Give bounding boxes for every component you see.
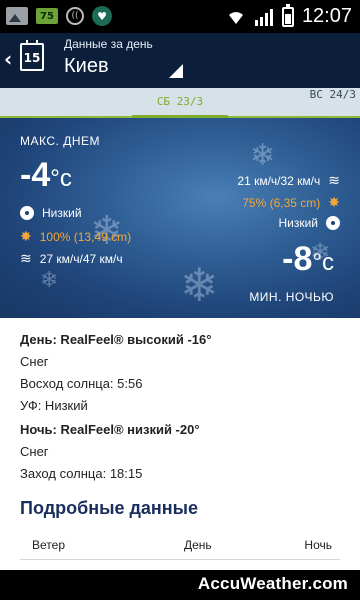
- column-header-night: Ночь: [304, 538, 332, 552]
- night-condition: Снег: [20, 444, 49, 459]
- details-panel: День: RealFeel® высокий -16° Снег Восход…: [0, 318, 360, 570]
- day-tabs: СБ 23/3 ВС 24/3: [0, 88, 360, 120]
- day-condition: Снег: [20, 354, 49, 369]
- calendar-day: 15: [23, 51, 41, 65]
- day-precip-row: ✸ 100% (13,49 cm): [20, 228, 131, 245]
- signal-icon: [254, 8, 273, 26]
- tab-sat[interactable]: СБ 23/3: [132, 88, 228, 120]
- night-realfeel: Ночь: RealFeel® низкий -20°: [20, 422, 200, 437]
- day-wind-row: ≋ 27 км/ч/47 км/ч: [20, 250, 123, 267]
- location-title[interactable]: Киев: [64, 55, 109, 78]
- snowflake-icon: ❄: [250, 138, 276, 173]
- brand-logo[interactable]: AccuWeather.com: [198, 574, 348, 594]
- dropdown-icon[interactable]: [169, 64, 183, 78]
- snowflake-icon: ❄: [180, 258, 219, 312]
- night-wind-text: 21 км/ч/32 км/ч: [237, 173, 321, 188]
- column-header-wind: Ветер: [32, 538, 65, 552]
- sun-icon: ✸: [20, 228, 32, 244]
- header-subtitle: Данные за день: [64, 37, 153, 51]
- night-uv-text: Низкий: [278, 216, 318, 230]
- app-bar: ‹ 15 Данные за день Киев: [0, 33, 360, 88]
- night-precip-text: 75% (6,35 cm): [242, 195, 321, 210]
- night-wind-row: 21 км/ч/32 км/ч ≋: [237, 172, 340, 189]
- day-temp-unit: °c: [50, 165, 72, 192]
- sun-icon: ✸: [328, 194, 340, 210]
- day-uv-text: Низкий: [42, 206, 82, 220]
- status-right-icons: 12:07: [226, 3, 352, 28]
- day-precip-text: 100% (13,49 cm): [39, 229, 132, 244]
- gallery-notification-icon: [6, 7, 28, 25]
- day-max-label: МАКС. ДНЕМ: [20, 134, 100, 148]
- weather-hero: ❄ ❄ ❄ ❄ ❄ МАКС. ДНЕМ -4°c Низкий ✸ 100% …: [0, 118, 360, 318]
- uv-index: УФ: Низкий: [20, 398, 88, 413]
- table-header: Ветер День Ночь: [20, 530, 340, 560]
- battery-badge: 75: [36, 8, 58, 24]
- section-title: Подробные данные: [20, 498, 199, 518]
- sunrise: Восход солнца: 5:56: [20, 376, 143, 391]
- shield-icon: ♥: [92, 6, 112, 26]
- night-temp-value: -8: [282, 240, 313, 278]
- day-temperature: -4°c: [20, 156, 72, 195]
- calendar-icon[interactable]: 15: [20, 40, 44, 71]
- sunset: Заход солнца: 18:15: [20, 466, 143, 481]
- sync-icon: ((: [66, 7, 84, 25]
- back-chevron-icon[interactable]: ‹: [4, 47, 12, 71]
- wind-icon: ≋: [20, 250, 32, 266]
- day-temp-value: -4: [20, 156, 51, 194]
- footer-bar: AccuWeather.com: [0, 570, 360, 600]
- night-temp-unit: °c: [312, 249, 334, 276]
- night-precip-row: 75% (6,35 cm) ✸: [242, 194, 340, 211]
- uv-icon: [20, 206, 34, 220]
- wifi-icon: [228, 11, 243, 24]
- battery-icon: [281, 3, 294, 27]
- night-temperature: -8°c: [282, 240, 334, 279]
- night-uv-row: Низкий: [278, 216, 340, 230]
- wind-icon: ≋: [328, 172, 340, 188]
- column-header-day: День: [184, 538, 212, 552]
- snowflake-icon: ❄: [40, 268, 59, 293]
- day-wind-text: 27 км/ч/47 км/ч: [39, 251, 123, 266]
- status-time: 12:07: [301, 5, 352, 27]
- status-bar: 75 (( ♥ 12:07: [0, 0, 360, 33]
- uv-icon: [326, 216, 340, 230]
- night-min-label: МИН. НОЧЬЮ: [249, 290, 334, 304]
- day-uv-row: Низкий: [20, 206, 82, 220]
- day-realfeel: День: RealFeel® высокий -16°: [20, 332, 212, 347]
- tab-sun[interactable]: ВС 24/3: [310, 88, 356, 118]
- status-left-icons: 75 (( ♥: [6, 6, 112, 26]
